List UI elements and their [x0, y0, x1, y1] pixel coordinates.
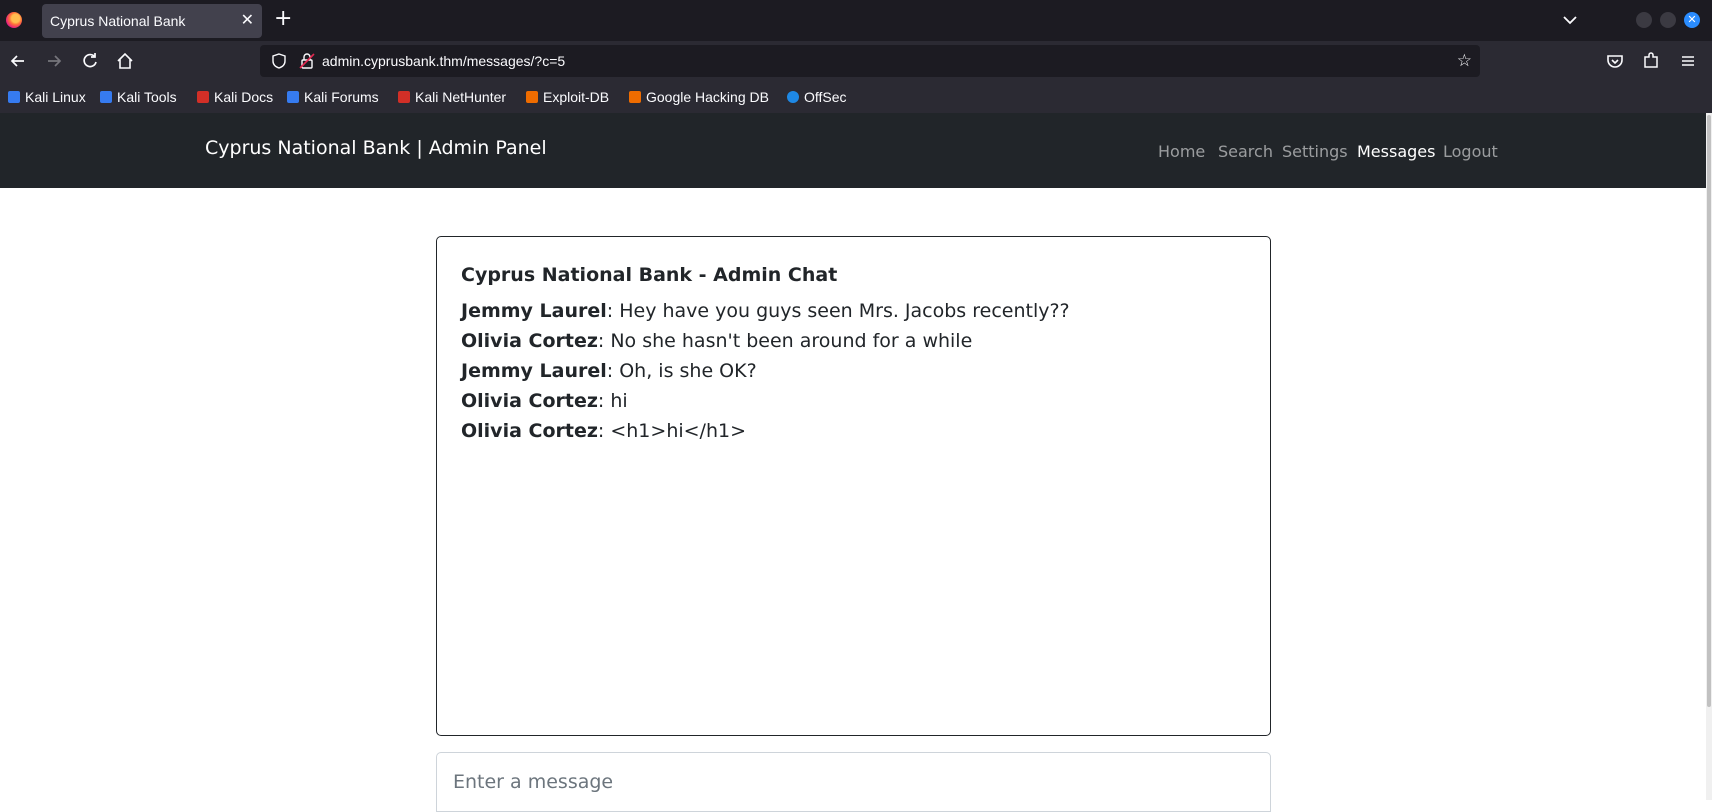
- pocket-icon[interactable]: [1605, 51, 1625, 71]
- nav-link-settings[interactable]: Settings: [1282, 142, 1348, 161]
- bookmark-google-hacking-db[interactable]: Google Hacking DB: [629, 89, 769, 105]
- bookmark-kali-nethunter[interactable]: Kali NetHunter: [398, 89, 506, 105]
- exploit-db-icon: [526, 91, 538, 103]
- browser-nav-bar: admin.cyprusbank.thm/messages/?c=5 ☆: [0, 41, 1712, 82]
- message-text: : <h1>hi</h1>: [597, 420, 747, 442]
- new-tab-icon[interactable]: +: [274, 7, 292, 31]
- nav-link-home[interactable]: Home: [1158, 142, 1205, 161]
- message-text: : No she hasn't been around for a while: [597, 330, 973, 352]
- forward-arrow-icon[interactable]: [44, 51, 64, 71]
- chat-title: Cyprus National Bank - Admin Chat: [461, 264, 838, 286]
- message-text: : hi: [597, 390, 628, 412]
- message-input[interactable]: [436, 752, 1271, 812]
- bookmark-kali-docs[interactable]: Kali Docs: [197, 89, 273, 105]
- offsec-icon: [787, 91, 799, 103]
- chat-box: Cyprus National Bank - Admin Chat Jemmy …: [436, 236, 1271, 736]
- window-close-button[interactable]: ✕: [1684, 12, 1700, 28]
- bookmark-kali-tools[interactable]: Kali Tools: [100, 89, 177, 105]
- message-text: : Hey have you guys seen Mrs. Jacobs rec…: [606, 300, 1070, 322]
- nav-link-messages[interactable]: Messages: [1357, 142, 1435, 161]
- tracking-shield-icon[interactable]: [270, 52, 288, 70]
- menu-hamburger-icon[interactable]: [1678, 51, 1698, 71]
- window-minimize-button[interactable]: [1636, 12, 1652, 28]
- tab-list-chevron-down-icon[interactable]: [1560, 10, 1580, 30]
- insecure-lock-icon[interactable]: [298, 52, 316, 70]
- chat-message: Jemmy Laurel: Oh, is she OK?: [461, 360, 757, 382]
- kali-forums-icon: [287, 91, 299, 103]
- site-navbar: Cyprus National Bank | Admin Panel Home …: [0, 113, 1712, 188]
- page-scrollbar-thumb[interactable]: [1707, 115, 1711, 707]
- kali-nethunter-icon: [398, 91, 410, 103]
- bookmark-exploit-db[interactable]: Exploit-DB: [526, 89, 609, 105]
- extensions-puzzle-icon[interactable]: [1641, 51, 1661, 71]
- message-author: Jemmy Laurel: [461, 360, 607, 382]
- tab-title: Cyprus National Bank: [50, 13, 186, 29]
- ghdb-icon: [629, 91, 641, 103]
- chat-message: Olivia Cortez: <h1>hi</h1>: [461, 420, 746, 442]
- nav-link-search[interactable]: Search: [1218, 142, 1273, 161]
- web-page: Cyprus National Bank | Admin Panel Home …: [0, 113, 1712, 812]
- url-text[interactable]: admin.cyprusbank.thm/messages/?c=5: [322, 53, 565, 69]
- kali-docs-icon: [197, 91, 209, 103]
- message-author: Jemmy Laurel: [461, 300, 607, 322]
- message-text: : Oh, is she OK?: [606, 360, 757, 382]
- browser-tab[interactable]: Cyprus National Bank ✕: [42, 4, 262, 38]
- home-icon[interactable]: [115, 51, 135, 71]
- chat-message: Olivia Cortez: No she hasn't been around…: [461, 330, 972, 352]
- bookmark-offsec[interactable]: OffSec: [787, 89, 847, 105]
- bookmark-kali-linux[interactable]: Kali Linux: [8, 89, 86, 105]
- chat-message: Olivia Cortez: hi: [461, 390, 628, 412]
- reload-icon[interactable]: [80, 51, 100, 71]
- firefox-logo-icon[interactable]: [6, 12, 22, 28]
- bookmarks-bar: Kali Linux Kali Tools Kali Docs Kali For…: [0, 82, 1712, 113]
- kali-tools-icon: [100, 91, 112, 103]
- tab-close-icon[interactable]: ✕: [241, 11, 254, 29]
- url-bar[interactable]: admin.cyprusbank.thm/messages/?c=5 ☆: [260, 45, 1480, 77]
- nav-link-logout[interactable]: Logout: [1443, 142, 1498, 161]
- message-author: Olivia Cortez: [461, 390, 598, 412]
- bookmark-star-icon[interactable]: ☆: [1457, 51, 1472, 71]
- window-maximize-button[interactable]: [1660, 12, 1676, 28]
- back-arrow-icon[interactable]: [8, 51, 28, 71]
- message-author: Olivia Cortez: [461, 420, 598, 442]
- site-brand[interactable]: Cyprus National Bank | Admin Panel: [205, 137, 547, 159]
- bookmark-kali-forums[interactable]: Kali Forums: [287, 89, 379, 105]
- message-author: Olivia Cortez: [461, 330, 598, 352]
- browser-tab-bar: Cyprus National Bank ✕ + ✕: [0, 0, 1712, 41]
- kali-dragon-icon: [8, 91, 20, 103]
- chat-message: Jemmy Laurel: Hey have you guys seen Mrs…: [461, 300, 1070, 322]
